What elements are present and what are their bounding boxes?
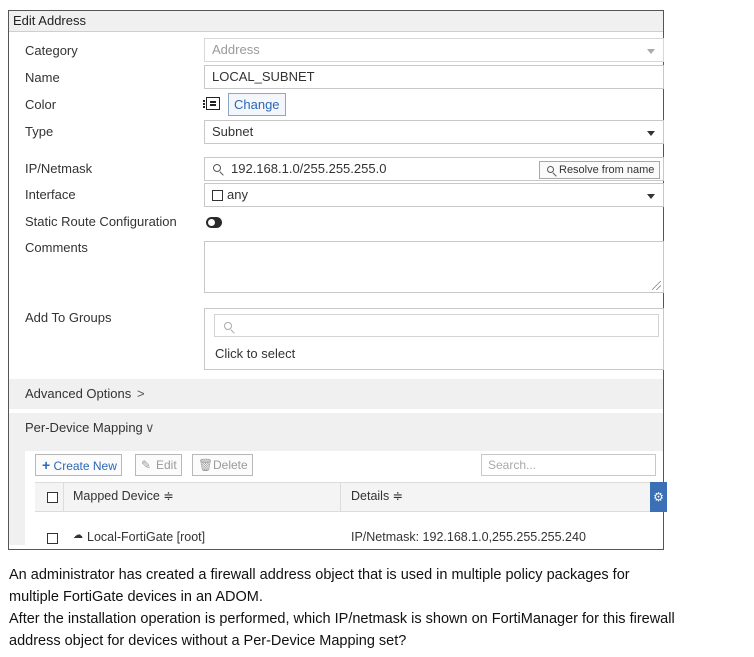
- trash-icon: 🗑: [198, 458, 214, 472]
- comments-label: Comments: [25, 240, 88, 255]
- type-select[interactable]: Subnet: [204, 120, 664, 144]
- add-to-groups-box[interactable]: Click to select: [204, 308, 664, 370]
- question-line-1: An administrator has created a firewall …: [9, 567, 630, 583]
- cloud-icon: ☁: [73, 530, 83, 541]
- change-color-button[interactable]: Change: [228, 93, 286, 116]
- create-new-button[interactable]: + Create New: [35, 454, 122, 476]
- type-label: Type: [25, 124, 54, 139]
- details-cell: IP/Netmask: 192.168.1.0,255.255.255.240: [351, 530, 586, 544]
- advanced-options-label: Advanced Options: [25, 386, 132, 401]
- ip-netmask-label: IP/Netmask: [25, 161, 93, 176]
- resize-grip-icon[interactable]: [652, 281, 661, 290]
- chevron-down-icon: [647, 194, 655, 199]
- dialog-title: Edit Address: [9, 11, 663, 32]
- search-icon: [213, 164, 221, 172]
- static-route-toggle[interactable]: [206, 217, 222, 228]
- edit-button[interactable]: ✎ Edit: [135, 454, 182, 476]
- row-checkbox[interactable]: [47, 533, 58, 544]
- plus-icon: +: [42, 457, 51, 473]
- interface-value: any: [227, 187, 248, 202]
- column-mapped-device[interactable]: Mapped Device ≑: [73, 482, 174, 510]
- ip-netmask-value: 192.168.1.0/255.255.255.0: [231, 161, 387, 176]
- select-all-checkbox[interactable]: [47, 492, 58, 503]
- name-field[interactable]: LOCAL_SUBNET: [204, 65, 664, 89]
- question-line-2: multiple FortiGate devices in an ADOM.: [9, 589, 263, 605]
- edit-address-dialog: Edit Address Category Address Name LOCAL…: [8, 10, 667, 550]
- delete-label: Delete: [213, 458, 248, 472]
- color-label: Color: [25, 97, 57, 112]
- click-to-select-text[interactable]: Click to select: [215, 346, 295, 361]
- per-device-mapping-panel: + Create New ✎ Edit 🗑 Delete Search... M…: [25, 451, 667, 545]
- column-details[interactable]: Details ≑: [351, 482, 403, 510]
- delete-button[interactable]: 🗑 Delete: [192, 454, 253, 476]
- edit-icon: ✎: [141, 458, 152, 472]
- category-value: Address: [212, 42, 260, 57]
- interface-select[interactable]: any: [204, 183, 664, 207]
- column-divider: [340, 482, 341, 512]
- advanced-options-section[interactable]: Advanced Options >: [9, 379, 663, 409]
- chevron-down-icon: ∨: [145, 420, 155, 435]
- chevron-down-icon: [647, 49, 655, 54]
- groups-search-input[interactable]: [214, 314, 659, 337]
- interface-label: Interface: [25, 187, 76, 202]
- create-new-label: Create New: [53, 459, 117, 473]
- chevron-down-icon: [647, 131, 655, 136]
- name-value: LOCAL_SUBNET: [212, 69, 315, 84]
- question-line-4: address object for devices without a Per…: [9, 633, 407, 649]
- type-value: Subnet: [212, 124, 254, 139]
- search-icon: [547, 166, 554, 173]
- color-swatch-icon: [203, 97, 220, 110]
- interface-any-checkbox[interactable]: [212, 190, 223, 201]
- resolve-from-name-button[interactable]: Resolve from name: [539, 161, 660, 179]
- per-device-mapping-label: Per-Device Mapping: [25, 420, 143, 435]
- search-icon: [224, 322, 232, 330]
- category-select: Address: [204, 38, 664, 62]
- gear-icon[interactable]: ⚙: [650, 482, 667, 512]
- mapping-search-input[interactable]: Search...: [481, 454, 656, 476]
- category-label: Category: [25, 43, 78, 58]
- add-to-groups-label: Add To Groups: [25, 310, 112, 325]
- comments-textarea[interactable]: [204, 241, 664, 293]
- chevron-right-icon: >: [137, 386, 145, 401]
- question-line-3: After the installation operation is perf…: [9, 611, 675, 627]
- resolve-button-label: Resolve from name: [559, 164, 655, 176]
- column-divider: [63, 482, 64, 512]
- per-device-mapping-section[interactable]: Per-Device Mapping ∨: [9, 413, 663, 443]
- edit-label: Edit: [156, 458, 177, 472]
- static-route-label: Static Route Configuration: [25, 214, 177, 229]
- mapped-device-cell: Local-FortiGate [root]: [87, 530, 206, 544]
- name-label: Name: [25, 70, 60, 85]
